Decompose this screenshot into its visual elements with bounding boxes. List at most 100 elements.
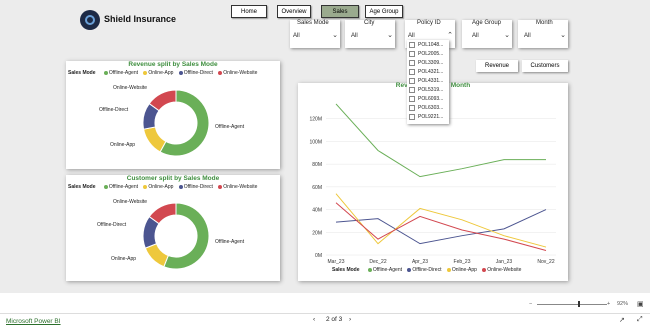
slicer-label: Age Group <box>472 20 502 26</box>
prev-page-icon[interactable]: ‹ <box>313 316 315 323</box>
nav-age-group-button[interactable]: Age Group <box>365 5 403 18</box>
chevron-up-icon[interactable]: ⌃ <box>447 31 453 39</box>
sales-mode-slicer[interactable]: Sales Mode All ⌄ <box>290 20 340 48</box>
policy-id-option[interactable]: POL5319... <box>409 87 443 93</box>
y-tick-label: 60M <box>312 185 322 191</box>
slice-label: Online-App <box>111 256 137 262</box>
revenue-donut-chart <box>142 89 210 157</box>
next-page-icon[interactable]: › <box>349 316 351 323</box>
slicer-value: All <box>472 33 479 39</box>
policy-id-option[interactable]: POL9221... <box>409 114 443 120</box>
policy-id-label: POL3309... <box>418 60 444 66</box>
slice-label: Online-Website <box>113 85 148 91</box>
slicer-value: All <box>351 33 358 39</box>
y-tick-label: 120M <box>309 117 322 123</box>
y-tick-label: 40M <box>312 208 322 214</box>
x-tick-label: Apr_23 <box>412 259 428 265</box>
policy-id-option[interactable]: POL3309... <box>409 60 443 66</box>
fullscreen-icon[interactable]: ⤢ <box>637 316 643 324</box>
slicer-value: All <box>524 33 531 39</box>
page-indicator: 2 of 3 <box>326 316 343 323</box>
policy-id-option[interactable]: POL4321... <box>409 69 443 75</box>
slicer-label: City <box>364 20 375 26</box>
nav-sales-button[interactable]: Sales <box>321 5 359 18</box>
policy-id-label: POL1048... <box>418 42 444 48</box>
revenue-toggle-button[interactable]: Revenue <box>476 60 518 72</box>
age-group-slicer[interactable]: Age Group All ⌄ <box>462 20 512 48</box>
slicer-label: Month <box>536 20 553 26</box>
x-tick-label: Feb_23 <box>454 259 471 265</box>
chart-legend: Sales Mode Offline-Agent Offline-Direct … <box>332 267 521 273</box>
policy-id-option[interactable]: POL6303... <box>409 105 443 111</box>
y-tick-label: 80M <box>312 162 322 168</box>
checkbox-icon[interactable] <box>409 114 415 120</box>
checkbox-icon[interactable] <box>409 105 415 111</box>
slicer-value: All <box>408 33 415 39</box>
zoom-in-icon[interactable]: + <box>607 301 610 307</box>
slicer-value: All <box>293 33 300 39</box>
series-line-online-website[interactable] <box>335 202 547 251</box>
slice-label: Offline-Direct <box>99 107 129 113</box>
legend-item: Online-Website <box>487 267 522 273</box>
policy-id-option[interactable]: POL2005... <box>409 51 443 57</box>
footer-divider <box>0 313 650 314</box>
legend-item: Offline-Agent <box>372 267 402 273</box>
city-slicer[interactable]: City All ⌄ <box>345 20 395 48</box>
legend-item: Offline-Direct <box>412 267 442 273</box>
x-tick-label: Dec_22 <box>369 259 386 265</box>
chevron-down-icon[interactable]: ⌄ <box>387 31 393 39</box>
nav-overview-button[interactable]: Overview <box>277 5 311 18</box>
policy-id-label: POL6303... <box>418 105 444 111</box>
power-bi-link[interactable]: Microsoft Power BI <box>6 318 61 325</box>
bottom-bar <box>0 293 650 327</box>
policy-id-option[interactable]: POL1048... <box>409 42 443 48</box>
checkbox-icon[interactable] <box>409 78 415 84</box>
slice-label: Offline-Direct <box>97 222 127 228</box>
checkbox-icon[interactable] <box>409 69 415 75</box>
zoom-slider[interactable] <box>537 304 607 305</box>
zoom-level: 92% <box>617 301 629 307</box>
zoom-slider-handle[interactable] <box>578 301 580 307</box>
policy-id-label: POL6093... <box>418 96 444 102</box>
policy-id-dropdown-list[interactable]: POL1048... POL2005... POL3309... POL4321...… <box>407 40 449 124</box>
slice-label: Online-Website <box>113 199 148 205</box>
legend-item: Online-App <box>451 267 477 273</box>
series-line-online-app[interactable] <box>335 193 547 248</box>
checkbox-icon[interactable] <box>409 42 415 48</box>
policy-id-label: POL9221... <box>418 114 444 120</box>
y-tick-label: 20M <box>312 230 322 236</box>
donut-slice-online-app[interactable] <box>142 126 167 153</box>
revenue-split-card: Revenue split by Sales Mode Sales Mode O… <box>66 61 280 169</box>
fit-to-page-icon[interactable]: ▣ <box>637 300 644 308</box>
policy-id-label: POL4331... <box>418 78 444 84</box>
customers-toggle-button[interactable]: Customers <box>522 60 568 72</box>
report-canvas: Shield Insurance Home Overview Sales Age… <box>0 0 650 293</box>
customer-split-card: Customer split by Sales Mode Sales Mode … <box>66 175 280 281</box>
app-title: Shield Insurance <box>104 14 177 24</box>
policy-id-label: POL2005... <box>418 51 444 57</box>
share-icon[interactable]: ↗ <box>619 316 625 324</box>
y-tick-label: 0M <box>315 253 322 259</box>
policy-id-option[interactable]: POL6093... <box>409 96 443 102</box>
slicer-label: Policy ID <box>417 20 441 26</box>
policy-id-option[interactable]: POL4331... <box>409 78 443 84</box>
policy-id-label: POL5319... <box>418 87 444 93</box>
x-tick-label: Nov_22 <box>537 259 554 265</box>
y-tick-label: 100M <box>309 139 322 145</box>
month-slicer[interactable]: Month All ⌄ <box>518 20 568 48</box>
chevron-down-icon[interactable]: ⌄ <box>504 31 510 39</box>
x-tick-label: Jan_23 <box>496 259 513 265</box>
chevron-down-icon[interactable]: ⌄ <box>332 31 338 39</box>
legend-title: Sales Mode <box>332 267 360 273</box>
x-tick-label: Mar_23 <box>328 259 345 265</box>
zoom-out-icon[interactable]: − <box>529 301 532 307</box>
checkbox-icon[interactable] <box>409 96 415 102</box>
checkbox-icon[interactable] <box>409 51 415 57</box>
chevron-down-icon[interactable]: ⌄ <box>560 31 566 39</box>
nav-home-button[interactable]: Home <box>231 5 267 18</box>
checkbox-icon[interactable] <box>409 60 415 66</box>
slice-label: Offline-Agent <box>215 124 245 130</box>
slicer-label: Sales Mode <box>297 20 329 26</box>
company-logo <box>80 10 100 30</box>
checkbox-icon[interactable] <box>409 87 415 93</box>
